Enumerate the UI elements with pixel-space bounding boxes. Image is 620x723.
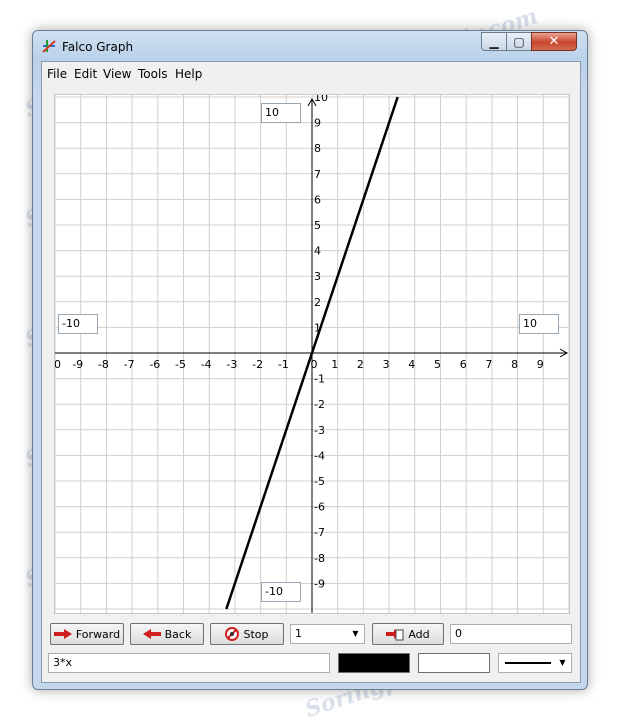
x-tick-label: -9 [72,358,83,371]
menu-edit[interactable]: Edit [74,67,97,81]
window-title: Falco Graph [62,40,134,54]
y-tick-label: -5 [314,475,325,488]
fill-color-swatch[interactable] [418,653,490,673]
graph-canvas[interactable]: -10-9-8-7-6-5-4-3-2-10123456789109876543… [54,94,570,614]
y-tick-label: 8 [314,142,321,155]
expression-value: 3*x [53,656,73,669]
x-tick-label: 6 [460,358,467,371]
line-style-preview [505,662,551,664]
add-button[interactable]: Add [372,623,444,645]
x-tick-label: -5 [175,358,186,371]
menu-view[interactable]: View [103,67,131,81]
menu-help[interactable]: Help [175,67,202,81]
app-window: Falco Graph ▁ ▢ ✕ File Edit View Tools H… [32,30,588,690]
graph-svg: -10-9-8-7-6-5-4-3-2-10123456789109876543… [55,95,569,613]
add-label: Add [408,627,430,641]
maximize-button[interactable]: ▢ [506,32,532,51]
x-tick-label: -8 [98,358,109,371]
menu-bar: File Edit View Tools Help [42,62,580,86]
x-tick-label: 4 [408,358,415,371]
y-tick-label: 2 [314,296,321,309]
y-tick-label: 6 [314,193,321,206]
forward-label: Forward [75,627,121,641]
y-tick-label: -1 [314,373,325,386]
counter-value: 0 [455,627,462,640]
line-color-swatch[interactable] [338,653,410,673]
y-tick-label: 9 [314,117,321,130]
step-select[interactable]: 1 ▼ [290,624,365,644]
step-value: 1 [295,627,302,640]
arrow-left-icon [142,629,161,639]
y-tick-label: -8 [314,552,325,565]
client-area: File Edit View Tools Help -10-9-8-7-6-5-… [41,61,581,683]
back-button[interactable]: Back [130,623,204,645]
stop-label: Stop [243,627,269,641]
menu-tools[interactable]: Tools [138,67,168,81]
x-tick-label: 1 [331,358,338,371]
y-tick-label: -2 [314,398,325,411]
y-tick-label: 7 [314,168,321,181]
minimize-icon: ▁ [489,35,499,49]
x-tick-label: -7 [124,358,135,371]
x-tick-label: -4 [201,358,212,371]
y-tick-label: 4 [314,245,321,258]
x-min-box[interactable]: -10 [58,314,98,334]
x-tick-label: 9 [537,358,544,371]
add-icon [386,629,404,641]
chevron-down-icon[interactable]: ▼ [347,625,364,643]
x-tick-label: 5 [434,358,441,371]
falco-graph-icon [42,40,56,53]
x-tick-label: 7 [485,358,492,371]
x-tick-label: -6 [149,358,160,371]
x-tick-label: -2 [252,358,263,371]
forward-button[interactable]: Forward [50,623,124,645]
stop-icon [225,627,240,641]
close-icon: ✕ [548,34,560,49]
x-tick-label: 3 [383,358,390,371]
counter-field[interactable]: 0 [450,624,572,644]
stop-button[interactable]: Stop [210,623,284,645]
menu-file[interactable]: File [47,67,67,81]
x-max-box[interactable]: 10 [519,314,559,334]
y-tick-label: -4 [314,449,325,462]
line-style-select[interactable]: ▼ [498,653,572,673]
expression-input[interactable]: 3*x [48,653,330,673]
y-tick-label: 5 [314,219,321,232]
arrow-right-icon [53,629,72,639]
title-bar[interactable]: Falco Graph ▁ ▢ ✕ [33,31,587,61]
close-button[interactable]: ✕ [531,32,577,51]
y-tick-label: -9 [314,577,325,590]
y-min-box[interactable]: -10 [261,582,301,602]
y-tick-label: -3 [314,424,325,437]
x-tick-label: -1 [278,358,289,371]
x-tick-label: -10 [55,358,61,371]
maximize-icon: ▢ [513,35,525,49]
y-max-box[interactable]: 10 [261,103,301,123]
y-tick-label: 10 [314,95,328,104]
y-tick-label: -6 [314,501,325,514]
x-tick-label: 8 [511,358,518,371]
y-tick-label: 3 [314,270,321,283]
back-label: Back [164,627,192,641]
x-tick-label: -3 [226,358,237,371]
x-tick-label: 2 [357,358,364,371]
minimize-button[interactable]: ▁ [481,32,507,51]
chevron-down-icon[interactable]: ▼ [554,654,571,672]
x-tick-label: 0 [311,358,318,371]
y-tick-label: -7 [314,526,325,539]
